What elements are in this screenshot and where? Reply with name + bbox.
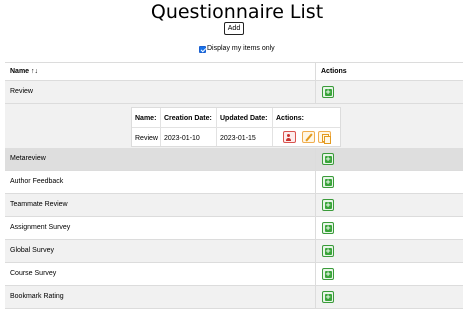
add-icon[interactable] (322, 86, 334, 98)
display-my-items-checkbox[interactable] (199, 45, 206, 53)
row-name: Assignment Survey (10, 224, 71, 231)
add-icon[interactable] (322, 245, 334, 257)
table-row[interactable]: Review (5, 81, 463, 104)
row-name: Course Survey (10, 270, 57, 277)
sub-row-created: 2023-01-10 (164, 135, 200, 142)
table-row[interactable]: Author Feedback (5, 171, 463, 194)
table-header: Name ↑↓ Actions (5, 62, 463, 81)
add-icon[interactable] (322, 153, 334, 165)
display-my-items-filter[interactable]: Display my items only (199, 44, 275, 54)
sort-icon[interactable]: ↑↓ (31, 68, 38, 75)
table-row[interactable]: Metareview (5, 148, 463, 171)
sub-header-updated: Updated Date: (220, 115, 268, 122)
delete-user-icon[interactable] (283, 131, 296, 143)
sub-header-name: Name: (135, 115, 157, 122)
table-row[interactable]: Assignment Survey (5, 217, 463, 240)
add-icon[interactable] (322, 222, 334, 234)
expanded-details: Name: Creation Date: Updated Date: Actio… (5, 104, 463, 151)
actions-column-header: Actions (321, 68, 347, 75)
add-icon[interactable] (322, 199, 334, 211)
row-name: Metareview (10, 155, 46, 162)
add-button[interactable]: Add (224, 22, 244, 35)
row-name: Review (10, 88, 33, 95)
details-subtable: Name: Creation Date: Updated Date: Actio… (131, 107, 341, 147)
row-name: Author Feedback (10, 178, 64, 185)
add-icon[interactable] (322, 268, 334, 280)
table-row[interactable]: Teammate Review (5, 194, 463, 217)
sub-header-actions: Actions: (276, 115, 304, 122)
copy-icon[interactable] (318, 131, 331, 144)
row-name: Global Survey (10, 247, 54, 254)
row-name: Teammate Review (10, 201, 68, 208)
name-column-header[interactable]: Name ↑↓ (10, 68, 38, 75)
add-icon[interactable] (322, 176, 334, 188)
edit-icon[interactable] (302, 131, 315, 143)
table-row[interactable]: Global Survey (5, 240, 463, 263)
display-my-items-label: Display my items only (207, 45, 275, 52)
table-row[interactable]: Course Survey (5, 263, 463, 286)
sub-header-created: Creation Date: (164, 115, 212, 122)
sub-row-updated: 2023-01-15 (220, 135, 256, 142)
page-title: Questionnaire List (150, 1, 324, 23)
table-row[interactable]: Bookmark Rating (5, 286, 463, 309)
add-icon[interactable] (322, 291, 334, 303)
sub-row-name: Review (135, 135, 158, 142)
row-name: Bookmark Rating (10, 293, 64, 300)
